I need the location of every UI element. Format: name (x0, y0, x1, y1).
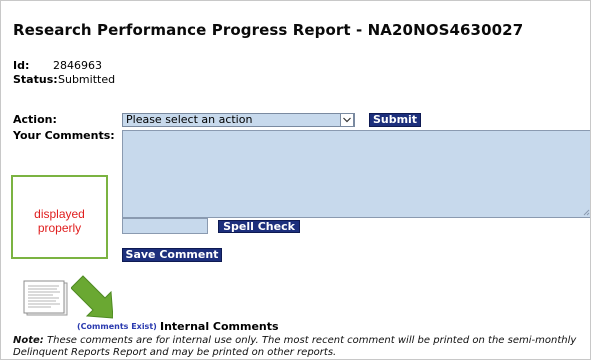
note-body: These comments are for internal use only… (13, 335, 577, 358)
chevron-down-icon[interactable] (340, 113, 354, 127)
green-arrow-icon (71, 275, 113, 319)
page-title: Research Performance Progress Report - N… (13, 21, 524, 39)
spell-check-input[interactable] (122, 218, 208, 234)
document-thumbnail-icon[interactable] (23, 280, 71, 318)
note-text: Note: These comments are for internal us… (13, 335, 590, 359)
id-value: 2846963 (53, 59, 102, 72)
internal-comments-title: Internal Comments (160, 320, 279, 333)
comments-textarea[interactable] (122, 130, 590, 218)
report-panel: Research Performance Progress Report - N… (0, 0, 591, 360)
spell-check-button[interactable]: Spell Check (218, 220, 300, 233)
id-label: Id: (13, 59, 30, 72)
callout-line-1: displayed (34, 207, 85, 221)
your-comments-label: Your Comments: (13, 129, 115, 142)
save-comment-button[interactable]: Save Comment (122, 248, 222, 262)
action-select[interactable]: Please select an action (122, 113, 355, 127)
status-value: Submitted (58, 73, 116, 86)
callout-line-2: properly (37, 221, 82, 235)
comments-exist-link[interactable]: (Comments Exist) (77, 322, 157, 331)
status-label: Status: (13, 73, 58, 86)
callout-box: displayed properly (11, 175, 108, 259)
action-selected-value: Please select an action (126, 113, 253, 126)
action-label: Action: (13, 113, 57, 126)
note-label: Note: (13, 335, 44, 346)
submit-button[interactable]: Submit (369, 113, 421, 127)
